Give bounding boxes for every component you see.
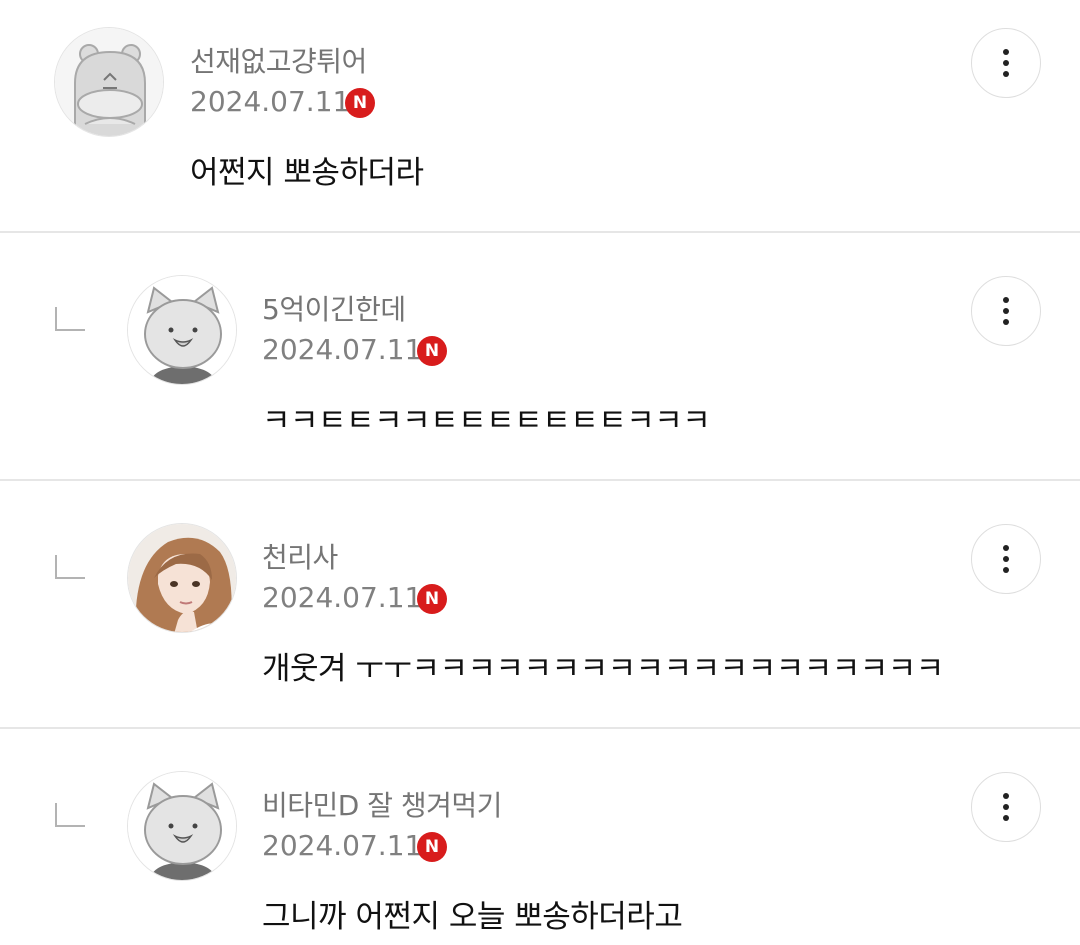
comment-text: 그니까 어쩐지 오늘 뽀송하더라고 (262, 899, 683, 935)
comment-date: 2024.07.11 (190, 85, 351, 118)
comment-username[interactable]: 5억이긴한데 (262, 288, 406, 328)
comment-reply-item: 비타민D 잘 챙겨먹기 2024.07.11 N 그니까 어쩐지 오늘 뽀송하더… (0, 729, 1080, 945)
more-options-button[interactable] (971, 276, 1041, 346)
comment-reply-item: 천리사 2024.07.11 N 개웃겨 ㅜㅜㅋㅋㅋㅋㅋㅋㅋㅋㅋㅋㅋㅋㅋㅋㅋㅋㅋ… (0, 481, 1080, 727)
vertical-ellipsis-icon (1003, 297, 1009, 303)
comment-date: 2024.07.11 (262, 581, 423, 614)
comment-username[interactable]: 비타민D 잘 챙겨먹기 (262, 784, 502, 824)
new-badge-icon: N (417, 832, 447, 862)
ellipsis-dot (1003, 71, 1009, 77)
new-badge-icon: N (417, 336, 447, 366)
cat-avatar-icon (128, 772, 236, 880)
comment-text: 개웃겨 ㅜㅜㅋㅋㅋㅋㅋㅋㅋㅋㅋㅋㅋㅋㅋㅋㅋㅋㅋㅋㅋ (262, 651, 944, 687)
comment-text: ㅋㅋㅌㅌㅋㅋㅌㅌㅌㅌㅌㅌㅌㅋㅋㅋ (262, 403, 711, 439)
ellipsis-dot (1003, 567, 1009, 573)
more-options-button[interactable] (971, 28, 1041, 98)
ellipsis-dot (1003, 804, 1009, 810)
ellipsis-dot (1003, 815, 1009, 821)
comment-date: 2024.07.11 (262, 333, 423, 366)
cat-avatar-icon (128, 276, 236, 384)
reply-corner-icon (55, 555, 85, 579)
ellipsis-dot (1003, 60, 1009, 66)
more-options-button[interactable] (971, 772, 1041, 842)
ellipsis-dot (1003, 556, 1009, 562)
vertical-ellipsis-icon (1003, 49, 1009, 55)
comment-text: 어쩐지 뽀송하더라 (190, 155, 424, 191)
avatar[interactable] (127, 523, 237, 633)
new-badge-icon: N (345, 88, 375, 118)
comment-item: 선재없고걍튀어 2024.07.11 N 어쩐지 뽀송하더라 (0, 0, 1080, 232)
reply-corner-icon (55, 307, 85, 331)
vertical-ellipsis-icon (1003, 793, 1009, 799)
comment-reply-item: 5억이긴한데 2024.07.11 N ㅋㅋㅌㅌㅋㅋㅌㅌㅌㅌㅌㅌㅌㅋㅋㅋ (0, 233, 1080, 479)
comment-date: 2024.07.11 (262, 829, 423, 862)
new-badge-icon: N (417, 584, 447, 614)
vertical-ellipsis-icon (1003, 545, 1009, 551)
avatar[interactable] (127, 275, 237, 385)
more-options-button[interactable] (971, 524, 1041, 594)
ellipsis-dot (1003, 319, 1009, 325)
girl-portrait-avatar-icon (128, 524, 236, 632)
avatar[interactable] (54, 27, 164, 137)
comment-username[interactable]: 선재없고걍튀어 (190, 40, 367, 80)
ellipsis-dot (1003, 308, 1009, 314)
avatar[interactable] (127, 771, 237, 881)
comment-username[interactable]: 천리사 (262, 536, 338, 576)
reply-corner-icon (55, 803, 85, 827)
hamster-avatar-icon (55, 28, 163, 136)
